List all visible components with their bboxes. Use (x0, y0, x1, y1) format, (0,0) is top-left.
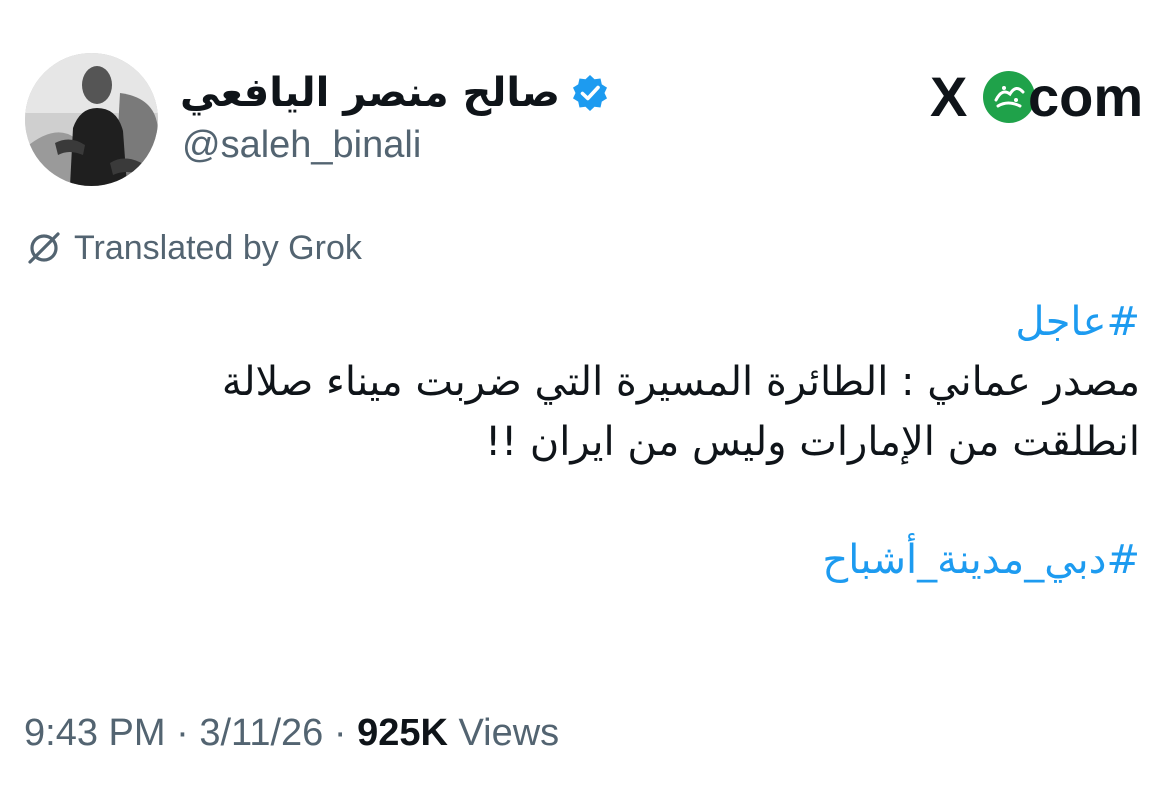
tweet-date[interactable]: 3/11/26 (199, 712, 323, 754)
translation-notice[interactable]: Translated by Grok (24, 226, 362, 270)
tweet-text: #عاجل مصدر عماني : الطائرة المسيرة التي … (30, 292, 1140, 590)
tweet-line-1: مصدر عماني : الطائرة المسيرة التي ضربت م… (221, 359, 1140, 405)
views-label: Views (447, 712, 560, 754)
tweet-meta: 9:43 PM · 3/11/26 · 925K Views (24, 712, 559, 755)
author-name-row[interactable]: صالح منصر اليافعي (180, 64, 610, 122)
site-watermark: X com (930, 62, 1143, 132)
author-avatar[interactable] (25, 53, 158, 186)
views-count: 925K (357, 712, 448, 754)
hashtag-dubai[interactable]: #دبي_مدينة_أشباح (30, 530, 1140, 590)
verified-badge-icon (573, 75, 608, 111)
meta-separator: · (165, 712, 200, 754)
site-x-label: X (930, 65, 967, 128)
author-handle[interactable]: @saleh_binali (182, 124, 421, 167)
site-com-label: com (1028, 65, 1144, 128)
translated-by-label[interactable]: Translated by Grok (74, 229, 362, 268)
grok-icon (28, 232, 60, 264)
tweet-line-2: انطلقت من الإمارات وليس من ايران !! (485, 419, 1140, 465)
hashtag-breaking[interactable]: #عاجل (30, 292, 1140, 352)
author-display-name[interactable]: صالح منصر اليافعي (180, 70, 560, 116)
avatar-photo (25, 53, 158, 186)
tweet-time[interactable]: 9:43 PM (24, 712, 166, 754)
meta-separator: · (323, 712, 358, 754)
